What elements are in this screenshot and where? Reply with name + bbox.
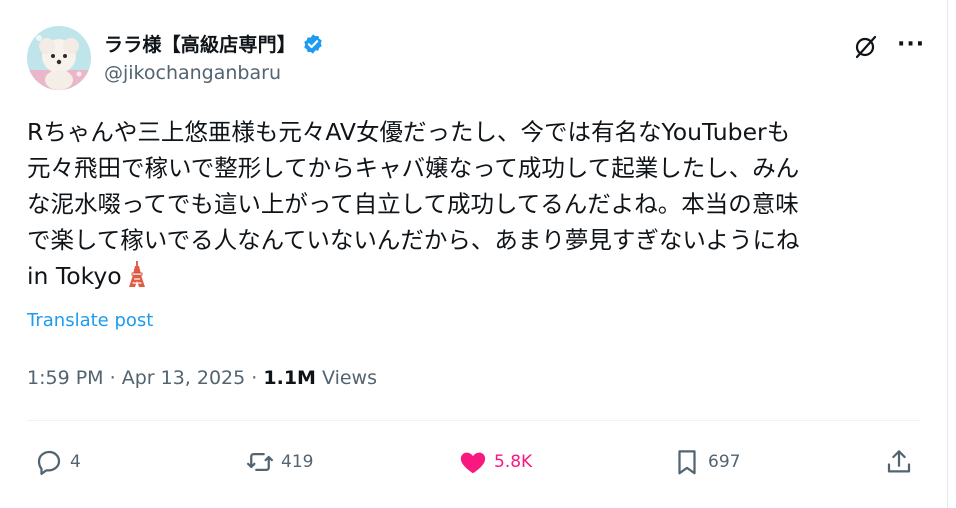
tweet-line: で楽して稼いでる人なんていないんだから、あまり夢見すぎないようにね <box>27 226 800 254</box>
author-handle[interactable]: @jikochanganbaru <box>104 62 281 84</box>
share-button[interactable] <box>884 440 920 484</box>
like-button[interactable]: 5.8K <box>458 440 532 484</box>
reply-icon <box>37 450 61 475</box>
bookmark-button[interactable]: 697 <box>672 440 740 484</box>
reply-button[interactable]: 4 <box>34 440 81 484</box>
share-icon <box>887 450 911 473</box>
meta-separator: · <box>251 367 258 389</box>
post-time[interactable]: 1:59 PM <box>27 367 104 389</box>
bookmark-icon <box>678 450 696 475</box>
tweet-line: in Tokyo <box>27 262 122 290</box>
views-label: Views <box>322 367 377 389</box>
tweet-line: な泥水啜ってでも這い上がって自立して成功してるんだよね。本当の意味 <box>27 190 799 218</box>
repost-count: 419 <box>281 452 314 472</box>
tokyo-tower-icon <box>128 261 145 287</box>
meta-separator: · <box>109 367 116 389</box>
post-date[interactable]: Apr 13, 2025 <box>122 367 246 389</box>
bookmark-count: 697 <box>708 452 741 472</box>
heart-filled-icon <box>460 452 486 474</box>
repost-button[interactable]: 419 <box>245 440 313 484</box>
divider <box>27 420 920 421</box>
grok-icon[interactable] <box>853 34 879 60</box>
tweet-line-last: in Tokyo <box>27 258 927 294</box>
tweet-text: Rちゃんや三上悠亜様も元々AV女優だったし、今では有名なYouTuberも 元々… <box>27 114 927 294</box>
display-name[interactable]: ララ様【高級店専門】 <box>104 30 296 57</box>
like-count: 5.8K <box>494 452 533 472</box>
action-bar: 4 419 5.8K 697 <box>0 440 948 484</box>
verified-badge-icon <box>304 33 322 54</box>
tweet-line: Rちゃんや三上悠亜様も元々AV女優だったし、今では有名なYouTuberも <box>27 118 791 146</box>
reply-count: 4 <box>70 452 81 472</box>
tweet-card: ララ様【高級店専門】 @jikochanganbaru ··· Rちゃんや三上悠… <box>0 0 948 508</box>
tweet-line: 元々飛田で稼いで整形してからキャバ嬢なって成功して起業したし、みん <box>27 154 800 182</box>
more-options-icon[interactable]: ··· <box>897 32 925 57</box>
views-count: 1.1M <box>263 367 316 389</box>
repost-icon <box>247 453 273 471</box>
avatar[interactable] <box>27 26 91 90</box>
author-name-row[interactable]: ララ様【高級店専門】 <box>104 30 324 57</box>
avatar-image <box>27 26 91 90</box>
translate-post-link[interactable]: Translate post <box>27 310 153 331</box>
tweet-meta: 1:59 PM · Apr 13, 2025 · 1.1M Views <box>27 367 377 389</box>
